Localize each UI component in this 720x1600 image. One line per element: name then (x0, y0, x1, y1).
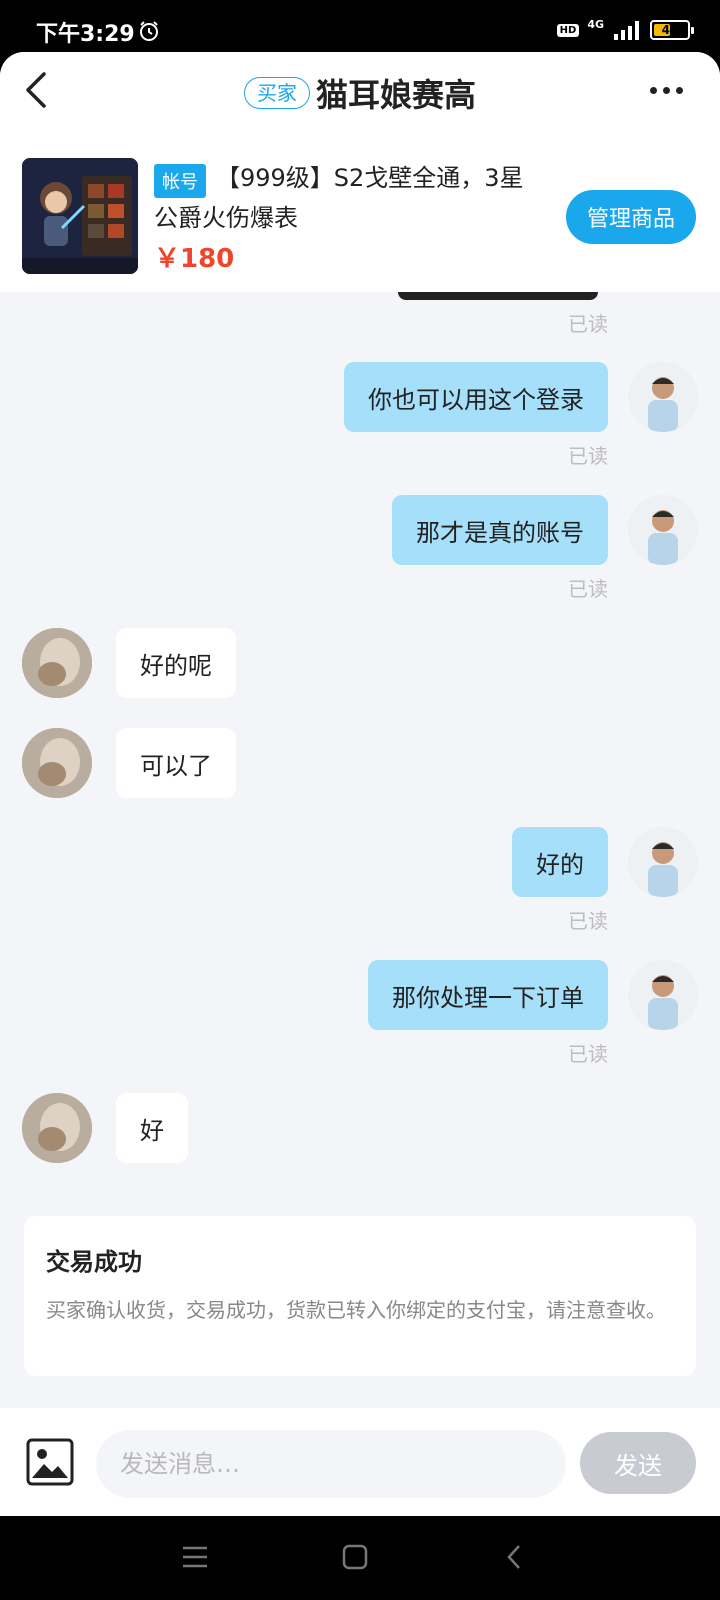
game-screenshot-image (22, 158, 138, 274)
status-time: 下午3:29 (36, 22, 135, 47)
home-icon[interactable] (340, 1542, 370, 1572)
read-receipt: 已读 (568, 1042, 608, 1066)
avatar[interactable] (628, 362, 698, 432)
trade-success-card: 交易成功 买家确认收货，交易成功，货款已转入你绑定的支付宝，请注意查收。 (24, 1216, 696, 1376)
avatar[interactable] (628, 495, 698, 565)
avatar[interactable] (22, 728, 92, 798)
product-thumbnail[interactable] (22, 158, 138, 274)
system-nav-bar (0, 1516, 720, 1600)
avatar[interactable] (22, 1093, 92, 1163)
manage-product-button[interactable]: 管理商品 (566, 190, 696, 244)
network-label: 4G (587, 17, 604, 31)
avatar[interactable] (628, 827, 698, 897)
more-dots-icon[interactable] (650, 80, 690, 100)
read-receipt: 已读 (568, 312, 608, 336)
signal-icon (614, 21, 639, 40)
read-receipt: 已读 (568, 577, 608, 601)
read-receipt: 已读 (568, 909, 608, 933)
battery-icon: 44 (650, 20, 694, 40)
avatar[interactable] (628, 960, 698, 1030)
status-bar: 下午3:29 HD 4G 44 (0, 0, 720, 52)
chat-title-group: 买家 猫耳娘赛高 (0, 70, 720, 116)
message-bubble-theirs[interactable]: 可以了 (116, 728, 236, 798)
back-nav-icon[interactable] (500, 1542, 530, 1572)
read-receipt: 已读 (568, 444, 608, 468)
battery-level: 44 (661, 23, 679, 37)
avatar[interactable] (22, 628, 92, 698)
message-input[interactable] (96, 1430, 566, 1498)
message-bubble-theirs[interactable]: 好 (116, 1093, 188, 1163)
alarm-clock-icon (140, 21, 158, 41)
product-title[interactable]: 【999级】S2戈壁全通，3星公爵火伤爆表 (154, 158, 534, 238)
status-indicators: HD 4G 44 (556, 17, 694, 42)
product-price: ￥180 (154, 244, 235, 274)
notice-title: 交易成功 (46, 1248, 142, 1276)
chat-screen: 买家 猫耳娘赛高 【999级】S2戈壁全通，3星公爵火伤爆表 帐号 ￥180 管… (0, 52, 720, 1516)
message-bubble-mine[interactable]: 你也可以用这个登录 (344, 362, 608, 432)
image-icon[interactable] (26, 1438, 74, 1486)
message-bubble-theirs[interactable]: 好的呢 (116, 628, 236, 698)
product-tag: 帐号 (154, 164, 206, 198)
hd-badge: HD (556, 23, 580, 37)
chat-title: 猫耳娘赛高 (315, 76, 476, 114)
send-button[interactable]: 发送 (580, 1432, 696, 1494)
chat-header: 买家 猫耳娘赛高 【999级】S2戈壁全通，3星公爵火伤爆表 帐号 ￥180 管… (0, 52, 720, 292)
role-badge: 买家 (243, 77, 310, 109)
message-input-bar: 发送 (0, 1408, 720, 1516)
battery-tip (691, 27, 694, 34)
message-bubble-mine[interactable]: 那才是真的账号 (392, 495, 608, 565)
menu-icon[interactable] (180, 1542, 210, 1572)
message-bubble-mine[interactable]: 那你处理一下订单 (368, 960, 608, 1030)
message-bubble-mine[interactable]: 好的 (512, 827, 608, 897)
notice-body: 买家确认收货，交易成功，货款已转入你绑定的支付宝，请注意查收。 (46, 1298, 666, 1322)
partial-image-message[interactable] (398, 292, 598, 300)
